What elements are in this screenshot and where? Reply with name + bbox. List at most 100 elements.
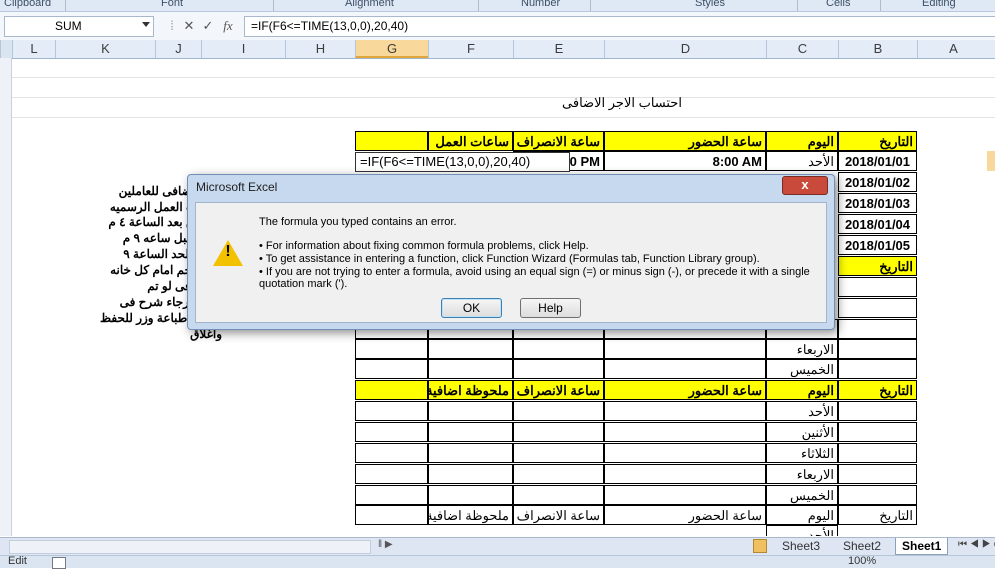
tab-sheet2[interactable]: Sheet2 [837,538,887,554]
cell[interactable] [355,443,428,463]
row-header-strip[interactable] [0,58,12,536]
select-all-corner[interactable] [0,40,12,58]
tab-sheet1[interactable]: Sheet1 [895,538,949,555]
col-header-e[interactable]: E [513,40,604,58]
group-styles[interactable]: Styles [695,0,725,9]
scroll-arrows[interactable]: ‖ ▶ [378,539,393,550]
header-date[interactable]: التاريخ [838,256,917,276]
col-header-c[interactable]: C [766,40,838,58]
cell-date[interactable]: 2018/01/01 [838,151,917,171]
cell-day[interactable]: الاربعاء [766,464,838,484]
header-day[interactable]: اليوم [766,131,838,151]
cell-day[interactable]: الأحد [766,525,838,536]
close-button[interactable]: x [782,176,828,195]
header-hours[interactable]: ساعات العمل [428,131,513,151]
header-leave[interactable]: ساعة الانصراف [513,131,604,151]
cell[interactable] [428,401,513,421]
cell-date[interactable] [838,443,917,463]
group-font[interactable]: Font [161,0,183,9]
col-header-k[interactable]: K [55,40,155,58]
header-note[interactable]: ملحوظة اضافية [428,505,513,525]
name-box[interactable]: SUM [4,16,154,37]
header-date[interactable]: التاريخ [838,131,917,151]
group-cells[interactable]: Cells [826,0,850,9]
col-header-b[interactable]: B [838,40,917,58]
header-g[interactable] [355,131,428,151]
cell[interactable] [513,339,604,359]
cell-day[interactable]: الاربعاء [766,339,838,359]
cell[interactable] [604,485,766,505]
cell-date[interactable] [838,277,917,297]
cell-edit-box[interactable]: =IF(F6<=TIME(13,0,0),20,40) [355,152,570,172]
header-day[interactable]: اليوم [766,505,838,525]
col-header-h[interactable]: H [285,40,355,58]
col-header-l[interactable]: L [12,40,55,58]
cell-date[interactable]: 2018/01/03 [838,193,917,213]
cell[interactable] [604,339,766,359]
cell-arrive[interactable]: 8:00 AM [604,151,766,171]
cell-day[interactable]: الأحد [766,401,838,421]
cell[interactable] [355,401,428,421]
group-alignment[interactable]: Alignment [345,0,394,9]
zoom-level[interactable]: 100% [848,555,876,567]
header-g[interactable] [355,380,428,400]
tab-nav-arrows[interactable]: ⏮◀▶⏭ [958,539,995,550]
cell[interactable] [355,485,428,505]
header-date[interactable]: التاريخ [838,505,917,525]
formula-input[interactable]: =IF(F6<=TIME(13,0,0),20,40) [244,16,995,37]
cell[interactable] [513,422,604,442]
cell[interactable] [513,401,604,421]
cell[interactable] [355,422,428,442]
chevron-down-icon[interactable] [142,22,150,27]
cell-day[interactable]: الخميس [766,359,838,379]
insert-sheet-icon[interactable] [753,539,767,553]
header-date[interactable]: التاريخ [838,380,917,400]
col-header-f[interactable]: F [428,40,513,58]
cell[interactable] [604,464,766,484]
cell-date[interactable] [838,464,917,484]
cell[interactable] [513,359,604,379]
cell-date[interactable]: 2018/01/02 [838,172,917,192]
header-leave[interactable]: ساعة الانصراف [513,505,604,525]
cell[interactable] [428,422,513,442]
cell[interactable] [355,339,428,359]
col-header-g[interactable]: G [355,40,428,58]
cell-day[interactable]: الأثنين [766,422,838,442]
cell[interactable] [428,485,513,505]
enter-icon[interactable]: ✓ [199,17,217,35]
macro-record-icon[interactable] [52,557,66,569]
cell[interactable] [428,464,513,484]
col-header-d[interactable]: D [604,40,766,58]
cell-day[interactable]: الثلاثاء [766,443,838,463]
cell[interactable] [428,359,513,379]
cell[interactable] [355,464,428,484]
cell-date[interactable]: 2018/01/04 [838,214,917,234]
cell-date[interactable] [838,339,917,359]
cell-date[interactable] [838,485,917,505]
group-clipboard[interactable]: Clipboard [4,0,51,9]
cell[interactable] [604,359,766,379]
horizontal-scrollbar[interactable] [9,540,371,554]
cell-date[interactable]: 2018/01/05 [838,235,917,255]
col-header-j[interactable]: J [155,40,201,58]
cell[interactable] [604,422,766,442]
cell-date[interactable] [838,401,917,421]
header-day[interactable]: اليوم [766,380,838,400]
col-header-i[interactable]: I [201,40,285,58]
tab-sheet3[interactable]: Sheet3 [776,538,826,554]
group-number[interactable]: Number [521,0,560,9]
cell-day[interactable]: الخميس [766,485,838,505]
cell[interactable] [604,401,766,421]
help-button[interactable]: Help [520,298,581,318]
cell-date[interactable] [838,298,917,318]
header-leave[interactable]: ساعة الانصراف [513,380,604,400]
cell-date[interactable] [838,319,917,339]
header-g[interactable] [355,505,428,525]
cell[interactable] [428,443,513,463]
header-arrive[interactable]: ساعة الحضور [604,505,766,525]
header-note[interactable]: ملحوظة اضافية [428,380,513,400]
ok-button[interactable]: OK [441,298,502,318]
cell[interactable] [428,339,513,359]
col-header-a[interactable]: A [917,40,989,58]
cell-date[interactable] [838,359,917,379]
